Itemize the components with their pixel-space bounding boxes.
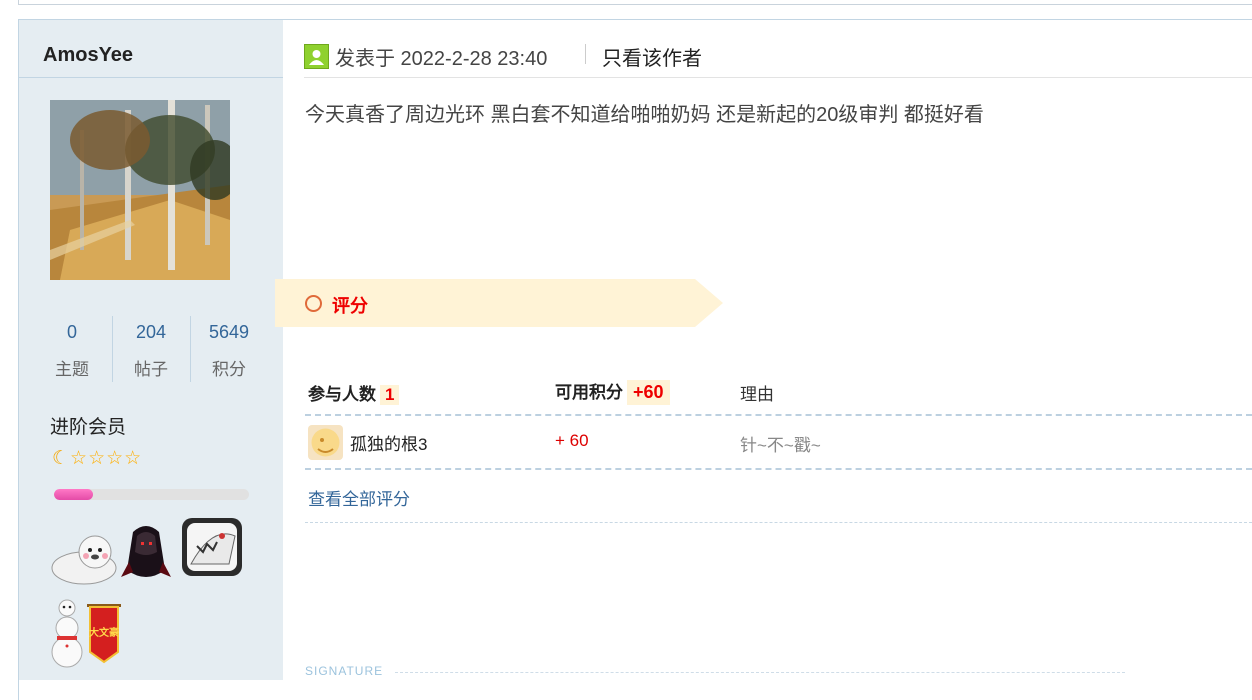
star-icons: ☆☆☆☆ bbox=[70, 448, 143, 469]
rate-reason: 针~不~戳~ bbox=[740, 436, 821, 455]
stat-posts-value: 204 bbox=[135, 322, 167, 342]
level-progress-fill bbox=[54, 489, 93, 500]
view-all-row: 查看全部评分 bbox=[305, 470, 1252, 523]
header-divider bbox=[585, 44, 586, 64]
rater-avatar[interactable] bbox=[308, 425, 343, 460]
online-status-icon bbox=[304, 44, 329, 69]
writer-banner-medal-icon[interactable]: 大文豪 bbox=[84, 602, 124, 669]
rating-title: 评分 bbox=[332, 296, 368, 316]
stat-topics-label: 主题 bbox=[55, 360, 89, 379]
rating-banner: 评分 bbox=[275, 279, 723, 327]
level-progress-bar bbox=[54, 489, 249, 500]
avatar-image bbox=[50, 100, 230, 280]
reason-header: 理由 bbox=[740, 385, 774, 404]
post-header: 发表于 2022-2-28 23:40 只看该作者 bbox=[304, 40, 1252, 78]
rating-row: 孤独的根3 + 60 针~不~戳~ bbox=[305, 416, 1252, 470]
stat-posts[interactable]: 204 帖子 bbox=[112, 316, 190, 382]
circle-icon bbox=[305, 295, 322, 312]
points-header: 可用积分 +60 bbox=[555, 378, 670, 405]
shark-bite-medal-icon[interactable] bbox=[177, 516, 247, 585]
rater-name[interactable]: 孤独的根3 bbox=[350, 430, 427, 455]
author-sidebar: AmosYee 0 主题 204 帖子 5649 积分 进阶会员 ☾☆☆☆☆ 大… bbox=[19, 20, 283, 680]
only-author-link[interactable]: 只看该作者 bbox=[602, 42, 702, 71]
rate-score: + 60 bbox=[555, 431, 589, 450]
participants-label: 参与人数 bbox=[308, 385, 376, 404]
view-all-ratings-link[interactable]: 查看全部评分 bbox=[308, 485, 410, 510]
level-stars: ☾☆☆☆☆ bbox=[52, 448, 142, 470]
stat-points-value: 5649 bbox=[208, 322, 250, 342]
stat-points[interactable]: 5649 积分 bbox=[190, 316, 268, 382]
snowman-medal-icon[interactable] bbox=[47, 598, 87, 675]
signature-divider bbox=[395, 672, 1125, 673]
username-row: AmosYee bbox=[19, 20, 283, 78]
svg-text:大文豪: 大文豪 bbox=[89, 626, 119, 639]
dark-warrior-medal-icon[interactable] bbox=[119, 522, 174, 589]
username[interactable]: AmosYee bbox=[43, 44, 133, 67]
stat-posts-label: 帖子 bbox=[134, 360, 168, 379]
member-level[interactable]: 进阶会员 bbox=[50, 412, 126, 439]
seal-medal-icon[interactable] bbox=[49, 530, 119, 593]
stat-topics-value: 0 bbox=[66, 322, 77, 342]
points-total: +60 bbox=[627, 380, 670, 405]
stat-topics[interactable]: 0 主题 bbox=[33, 316, 111, 382]
moon-icon: ☾ bbox=[52, 448, 71, 469]
avatar[interactable] bbox=[50, 100, 230, 280]
post-content: 今天真香了周边光环 黑白套不知道给啪啪奶妈 还是新起的20级审判 都挺好看 bbox=[305, 104, 984, 126]
post-date: 发表于 2022-2-28 23:40 bbox=[335, 48, 548, 70]
points-label: 可用积分 bbox=[555, 383, 623, 402]
participants-header: 参与人数 1 bbox=[308, 380, 400, 405]
stat-points-label: 积分 bbox=[212, 360, 246, 379]
user-stats: 0 主题 204 帖子 5649 积分 bbox=[33, 316, 269, 382]
top-strip bbox=[18, 0, 1252, 5]
participants-count: 1 bbox=[380, 385, 400, 405]
rating-table-header: 参与人数 1 可用积分 +60 理由 bbox=[305, 372, 1252, 416]
